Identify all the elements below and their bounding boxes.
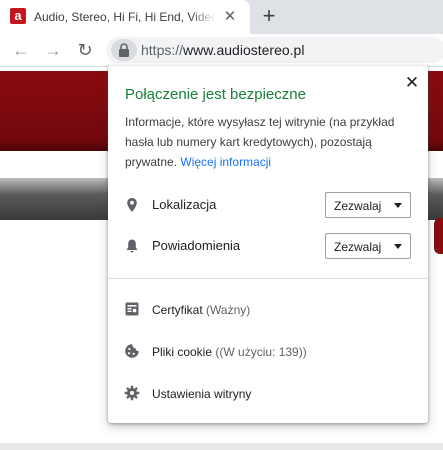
permission-location-label: Lokalizacja bbox=[152, 197, 217, 212]
permission-notifications-label: Powiadomienia bbox=[152, 238, 241, 253]
back-arrow-icon[interactable]: ← bbox=[10, 39, 32, 61]
location-permission-select[interactable]: Zezwalaj bbox=[325, 192, 411, 218]
tab-title: Audio, Stereo, Hi Fi, Hi End, Video bbox=[34, 10, 214, 24]
popup-divider bbox=[108, 278, 428, 279]
chevron-down-icon bbox=[394, 244, 402, 249]
location-pin-icon bbox=[127, 198, 137, 212]
gear-icon bbox=[124, 385, 140, 401]
url-scheme: https:// bbox=[141, 42, 184, 58]
url-text: https://www.audiostereo.pl bbox=[141, 41, 304, 59]
close-icon[interactable]: ✕ bbox=[402, 73, 422, 93]
certificate-row[interactable]: Certyfikat (Ważny) bbox=[152, 302, 250, 318]
tab-title-fade bbox=[190, 6, 216, 28]
browser-toolbar: ← → ↻ https://www.audiostereo.pl bbox=[0, 34, 443, 67]
cookies-row[interactable]: Pliki cookie ((W użyciu: 139)) bbox=[152, 344, 307, 360]
certificate-status: (Ważny) bbox=[206, 303, 251, 317]
cookie-icon bbox=[125, 344, 139, 358]
site-settings-label: Ustawienia witryny bbox=[152, 387, 252, 401]
tab-strip: a Audio, Stereo, Hi Fi, Hi End, Video ✕ … bbox=[0, 0, 443, 34]
bell-icon bbox=[126, 239, 138, 253]
notifications-permission-value: Zezwalaj bbox=[334, 240, 382, 254]
site-info-button[interactable] bbox=[111, 39, 137, 61]
tab-close-icon[interactable]: ✕ bbox=[222, 9, 238, 25]
site-favicon-icon: a bbox=[10, 8, 26, 24]
chevron-down-icon bbox=[394, 203, 402, 208]
forward-arrow-icon[interactable]: → bbox=[42, 39, 64, 61]
connection-description: Informacje, które wysyłasz tej witrynie … bbox=[125, 112, 410, 172]
site-info-popup: Połączenie jest bezpieczne ✕ Informacje,… bbox=[108, 66, 428, 423]
more-info-link[interactable]: Więcej informacji bbox=[180, 155, 271, 169]
page-bottom-strip bbox=[0, 443, 443, 450]
certificate-icon bbox=[125, 302, 139, 316]
popup-title: Połączenie jest bezpieczne bbox=[125, 86, 306, 103]
address-bar[interactable]: https://www.audiostereo.pl bbox=[106, 37, 443, 63]
browser-tab[interactable]: a Audio, Stereo, Hi Fi, Hi End, Video ✕ bbox=[0, 0, 250, 34]
notifications-permission-select[interactable]: Zezwalaj bbox=[325, 233, 411, 259]
site-side-tab bbox=[434, 218, 443, 254]
certificate-label: Certyfikat bbox=[152, 303, 203, 317]
location-permission-value: Zezwalaj bbox=[334, 199, 382, 213]
url-host: www.audiostereo.pl bbox=[183, 42, 305, 58]
site-settings-row[interactable]: Ustawienia witryny bbox=[152, 386, 251, 402]
cookies-label: Pliki cookie bbox=[152, 345, 213, 359]
reload-icon[interactable]: ↻ bbox=[74, 39, 96, 61]
cookies-usage: ((W użyciu: 139)) bbox=[215, 345, 307, 359]
lock-icon bbox=[119, 43, 129, 57]
new-tab-icon[interactable]: + bbox=[258, 5, 280, 27]
